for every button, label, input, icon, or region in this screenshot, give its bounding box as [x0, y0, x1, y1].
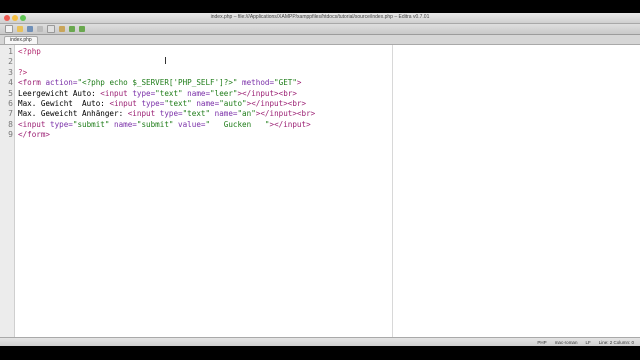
code-token: "auto"	[219, 98, 247, 108]
window-title: index.php – file:///Applications/XAMPP/x…	[210, 14, 430, 20]
code-token: " Gucken "	[205, 119, 270, 129]
line-number: 2	[8, 57, 13, 67]
code-token: "GET"	[274, 78, 297, 88]
code-token: type=	[50, 119, 73, 129]
line-number: 1	[8, 47, 13, 56]
status-position: Line: 2 Column: 0	[598, 339, 634, 345]
line-number-gutter: 123456789	[0, 45, 15, 337]
title-bar: index.php – file:///Applications/XAMPP/x…	[0, 13, 640, 24]
code-token: method=	[237, 78, 275, 88]
code-token: type=	[132, 88, 156, 98]
status-language: PHP	[537, 339, 547, 345]
undo-icon[interactable]	[69, 26, 75, 32]
code-token: value=	[173, 119, 206, 129]
code-line: Leergewicht Auto: <input type="text" nam…	[18, 89, 392, 99]
line-number: 6	[8, 98, 13, 108]
code-line: </form>	[18, 130, 392, 140]
split-pane-right[interactable]	[393, 45, 640, 337]
status-encoding: mac-roman	[554, 339, 578, 345]
code-line: Max. Geweicht Anhänger: <input type="tex…	[18, 109, 392, 119]
code-token: <input	[109, 98, 142, 108]
toolbar	[0, 24, 640, 35]
code-line: <input type="submit" name="submit" value…	[18, 120, 392, 130]
code-token: "text"	[182, 109, 211, 119]
paste-icon[interactable]	[59, 26, 65, 32]
tab-bar: index.php	[0, 35, 640, 45]
code-token: </form>	[18, 130, 51, 140]
code-token: "an"	[237, 109, 256, 119]
code-token: "leer"	[210, 88, 238, 98]
code-token: ></input><br>	[237, 88, 297, 98]
code-token: <?php	[18, 47, 41, 56]
code-token: ></input><br>	[255, 109, 316, 119]
redo-icon[interactable]	[79, 26, 85, 32]
cut-icon[interactable]	[37, 26, 43, 32]
code-token: Max. Geweicht Anhänger:	[18, 109, 128, 119]
code-token: ></input>	[269, 119, 311, 129]
code-token: name=	[210, 109, 238, 119]
code-line: Max. Gewicht Auto: <input type="text" na…	[18, 99, 392, 109]
code-token: Leergewicht Auto:	[18, 88, 101, 98]
code-token: >	[296, 78, 302, 88]
code-token: action=	[45, 78, 78, 88]
editor-area: 123456789 <?php ?> <form action="<?php ech…	[0, 45, 640, 337]
code-token: "<?php echo $_SERVER['PHP_SELF']?>"	[77, 78, 238, 88]
status-eol: LF	[585, 339, 591, 345]
code-token: Max. Gewicht Auto:	[18, 98, 110, 108]
code-token: type=	[141, 98, 165, 108]
editor-window: index.php – file:///Applications/XAMPP/x…	[0, 13, 640, 346]
code-editor[interactable]: <?php ?> <form action="<?php echo $_SERVER…	[15, 45, 393, 337]
code-token: <input	[127, 109, 160, 119]
code-line: ?>	[18, 68, 392, 78]
code-token: type=	[159, 109, 183, 119]
line-number: 5	[8, 88, 13, 98]
text-cursor	[165, 57, 166, 64]
line-number: 4	[8, 78, 13, 88]
tab-label: index.php	[10, 37, 32, 43]
code-token: ?>	[18, 67, 28, 77]
code-token: name=	[191, 98, 220, 108]
line-number: 8	[8, 119, 13, 129]
copy-icon[interactable]	[47, 25, 55, 33]
code-token: "text"	[164, 98, 192, 108]
code-token: ></input><br>	[246, 98, 307, 108]
save-icon[interactable]	[27, 26, 33, 32]
code-token: <input	[18, 119, 51, 129]
line-number: 7	[8, 109, 13, 119]
code-token: "submit"	[136, 119, 174, 129]
code-token: <form	[18, 78, 46, 88]
open-folder-icon[interactable]	[17, 26, 23, 32]
code-line: <form action="<?php echo $_SERVER['PHP_S…	[18, 78, 392, 88]
code-token: name=	[109, 119, 137, 129]
code-token: name=	[182, 88, 211, 98]
line-number: 9	[8, 130, 13, 140]
code-line: <?php	[18, 47, 392, 57]
code-token: "submit"	[72, 119, 110, 129]
line-number: 3	[8, 67, 13, 77]
new-file-icon[interactable]	[5, 25, 13, 33]
code-token: <input	[100, 88, 133, 98]
tab-index-php[interactable]: index.php	[4, 36, 38, 44]
status-bar: PHP mac-roman LF Line: 2 Column: 0	[0, 337, 640, 346]
code-token: "text"	[155, 88, 183, 98]
